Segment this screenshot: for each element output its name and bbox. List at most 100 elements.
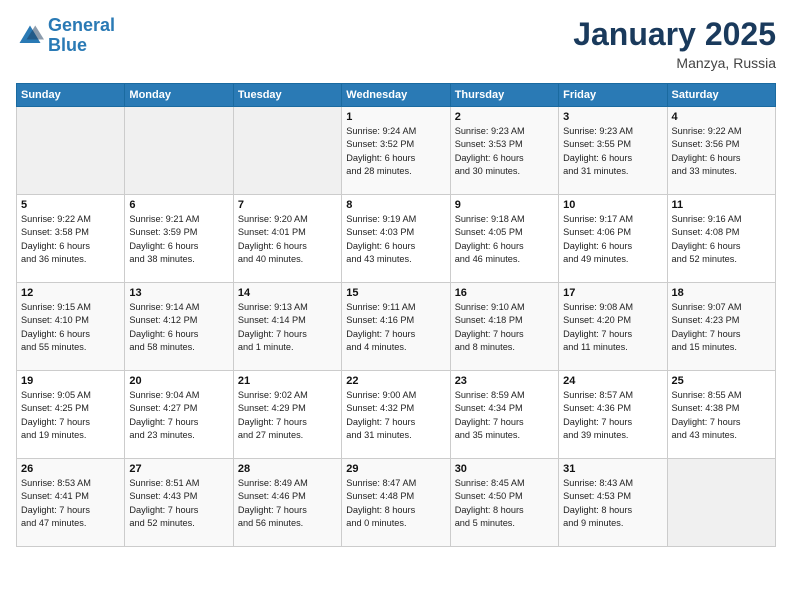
calendar-week-row: 12 Sunrise: 9:15 AMSunset: 4:10 PMDayligh… [17,283,776,371]
calendar-cell: 12 Sunrise: 9:15 AMSunset: 4:10 PMDayligh… [17,283,125,371]
calendar-cell: 14 Sunrise: 9:13 AMSunset: 4:14 PMDayligh… [233,283,341,371]
calendar-cell: 29Sunrise: 8:47 AMSunset: 4:48 PMDayligh… [342,459,450,547]
calendar-cell: 1 Sunrise: 9:24 AMSunset: 3:52 PMDaylight… [342,107,450,195]
calendar-cell: 7 Sunrise: 9:20 AMSunset: 4:01 PMDaylight… [233,195,341,283]
day-info: Sunrise: 9:05 AMSunset: 4:25 PMDaylight:… [21,389,120,442]
day-number: 21 [238,375,337,387]
day-info: Sunrise: 9:22 AMSunset: 3:58 PMDaylight:… [21,213,120,266]
day-header: Sunday [17,84,125,107]
day-header: Saturday [667,84,775,107]
calendar-cell: 13Sunrise: 9:14 AMSunset: 4:12 PMDayligh… [125,283,233,371]
day-info: Sunrise: 9:17 AMSunset: 4:06 PMDaylight:… [563,213,662,266]
calendar-cell: 15Sunrise: 9:11 AMSunset: 4:16 PMDayligh… [342,283,450,371]
day-header: Friday [559,84,667,107]
page: General Blue January 2025 Manzya, Russia… [0,0,792,612]
day-info: Sunrise: 9:00 AMSunset: 4:32 PMDaylight:… [346,389,445,442]
day-header: Tuesday [233,84,341,107]
day-number: 9 [455,199,554,211]
calendar-week-row: 1 Sunrise: 9:24 AMSunset: 3:52 PMDaylight… [17,107,776,195]
day-number: 8 [346,199,445,211]
day-number: 24 [563,375,662,387]
day-number: 22 [346,375,445,387]
day-number: 10 [563,199,662,211]
day-number: 26 [21,463,120,475]
day-number: 27 [129,463,228,475]
calendar-cell: 22 Sunrise: 9:00 AMSunset: 4:32 PMDayligh… [342,371,450,459]
calendar-cell: 4 Sunrise: 9:22 AMSunset: 3:56 PMDaylight… [667,107,775,195]
location: Manzya, Russia [573,55,776,71]
day-number: 12 [21,287,120,299]
day-info: Sunrise: 9:23 AMSunset: 3:55 PMDaylight:… [563,125,662,178]
calendar-cell: 17Sunrise: 9:08 AMSunset: 4:20 PMDayligh… [559,283,667,371]
day-number: 6 [129,199,228,211]
day-number: 28 [238,463,337,475]
day-info: Sunrise: 9:07 AMSunset: 4:23 PMDaylight:… [672,301,771,354]
day-number: 20 [129,375,228,387]
calendar-cell: 19 Sunrise: 9:05 AMSunset: 4:25 PMDayligh… [17,371,125,459]
day-info: Sunrise: 8:59 AMSunset: 4:34 PMDaylight:… [455,389,554,442]
logo: General Blue [16,16,115,56]
day-number: 29 [346,463,445,475]
day-info: Sunrise: 8:57 AMSunset: 4:36 PMDaylight:… [563,389,662,442]
day-number: 16 [455,287,554,299]
day-number: 3 [563,111,662,123]
day-info: Sunrise: 9:16 AMSunset: 4:08 PMDaylight:… [672,213,771,266]
calendar-cell: 3 Sunrise: 9:23 AMSunset: 3:55 PMDaylight… [559,107,667,195]
day-number: 31 [563,463,662,475]
day-info: Sunrise: 8:55 AMSunset: 4:38 PMDaylight:… [672,389,771,442]
day-number: 11 [672,199,771,211]
calendar-cell: 27 Sunrise: 8:51 AMSunset: 4:43 PMDayligh… [125,459,233,547]
calendar-cell: 28 Sunrise: 8:49 AMSunset: 4:46 PMDayligh… [233,459,341,547]
day-number: 30 [455,463,554,475]
day-info: Sunrise: 9:24 AMSunset: 3:52 PMDaylight:… [346,125,445,178]
day-info: Sunrise: 9:13 AMSunset: 4:14 PMDaylight:… [238,301,337,354]
calendar-week-row: 19 Sunrise: 9:05 AMSunset: 4:25 PMDayligh… [17,371,776,459]
day-info: Sunrise: 9:22 AMSunset: 3:56 PMDaylight:… [672,125,771,178]
day-info: Sunrise: 9:19 AMSunset: 4:03 PMDaylight:… [346,213,445,266]
calendar-cell: 16Sunrise: 9:10 AMSunset: 4:18 PMDayligh… [450,283,558,371]
day-number: 18 [672,287,771,299]
calendar-cell: 6 Sunrise: 9:21 AMSunset: 3:59 PMDaylight… [125,195,233,283]
day-info: Sunrise: 9:21 AMSunset: 3:59 PMDaylight:… [129,213,228,266]
day-number: 17 [563,287,662,299]
day-info: Sunrise: 9:11 AMSunset: 4:16 PMDaylight:… [346,301,445,354]
month-title: January 2025 [573,16,776,53]
day-info: Sunrise: 8:51 AMSunset: 4:43 PMDaylight:… [129,477,228,530]
day-number: 5 [21,199,120,211]
calendar-cell: 11 Sunrise: 9:16 AMSunset: 4:08 PMDayligh… [667,195,775,283]
calendar-cell: 31Sunrise: 8:43 AMSunset: 4:53 PMDayligh… [559,459,667,547]
calendar-cell: 25 Sunrise: 8:55 AMSunset: 4:38 PMDayligh… [667,371,775,459]
calendar-cell: 5 Sunrise: 9:22 AMSunset: 3:58 PMDaylight… [17,195,125,283]
day-info: Sunrise: 9:14 AMSunset: 4:12 PMDaylight:… [129,301,228,354]
day-number: 7 [238,199,337,211]
day-number: 14 [238,287,337,299]
day-header: Wednesday [342,84,450,107]
calendar-cell: 24 Sunrise: 8:57 AMSunset: 4:36 PMDayligh… [559,371,667,459]
day-number: 23 [455,375,554,387]
calendar-cell: 21 Sunrise: 9:02 AMSunset: 4:29 PMDayligh… [233,371,341,459]
day-number: 4 [672,111,771,123]
header: General Blue January 2025 Manzya, Russia [16,16,776,71]
calendar-cell: 26 Sunrise: 8:53 AMSunset: 4:41 PMDayligh… [17,459,125,547]
day-number: 1 [346,111,445,123]
calendar: SundayMondayTuesdayWednesdayThursdayFrid… [16,83,776,547]
day-info: Sunrise: 8:49 AMSunset: 4:46 PMDaylight:… [238,477,337,530]
calendar-cell: 30 Sunrise: 8:45 AMSunset: 4:50 PMDayligh… [450,459,558,547]
day-info: Sunrise: 8:53 AMSunset: 4:41 PMDaylight:… [21,477,120,530]
day-info: Sunrise: 8:45 AMSunset: 4:50 PMDaylight:… [455,477,554,530]
calendar-cell [233,107,341,195]
title-block: January 2025 Manzya, Russia [573,16,776,71]
day-info: Sunrise: 9:02 AMSunset: 4:29 PMDaylight:… [238,389,337,442]
day-number: 19 [21,375,120,387]
day-info: Sunrise: 9:23 AMSunset: 3:53 PMDaylight:… [455,125,554,178]
day-info: Sunrise: 9:04 AMSunset: 4:27 PMDaylight:… [129,389,228,442]
calendar-cell: 2 Sunrise: 9:23 AMSunset: 3:53 PMDaylight… [450,107,558,195]
calendar-cell: 9Sunrise: 9:18 AMSunset: 4:05 PMDaylight… [450,195,558,283]
day-info: Sunrise: 9:15 AMSunset: 4:10 PMDaylight:… [21,301,120,354]
logo-text: General Blue [48,16,115,56]
calendar-cell: 18 Sunrise: 9:07 AMSunset: 4:23 PMDayligh… [667,283,775,371]
day-number: 2 [455,111,554,123]
day-info: Sunrise: 9:20 AMSunset: 4:01 PMDaylight:… [238,213,337,266]
calendar-cell: 10 Sunrise: 9:17 AMSunset: 4:06 PMDayligh… [559,195,667,283]
day-number: 25 [672,375,771,387]
